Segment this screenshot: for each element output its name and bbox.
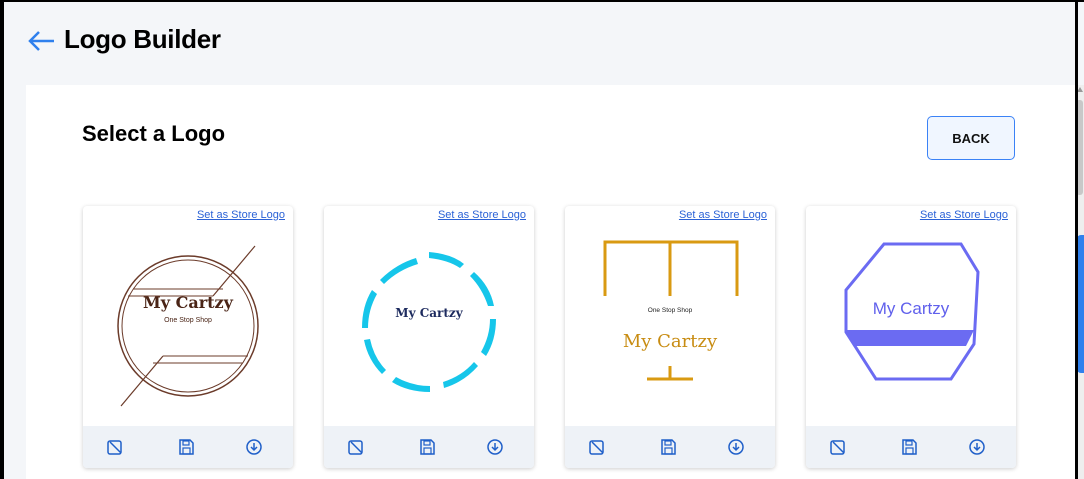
save-icon[interactable] <box>900 438 918 456</box>
download-icon[interactable] <box>245 438 263 456</box>
logo-card[interactable]: Set as Store Logo One Stop Shop My Cartz… <box>565 206 775 468</box>
logo-text: My Cartzy <box>872 299 950 318</box>
window-border-right <box>1075 0 1078 479</box>
download-icon[interactable] <box>727 438 745 456</box>
section-title: Select a Logo <box>82 121 226 146</box>
logo-selection-panel: Select a Logo BACK Set as Store Logo My … <box>26 85 1075 479</box>
card-actions <box>565 426 775 468</box>
set-as-store-logo-link[interactable]: Set as Store Logo <box>197 209 285 221</box>
back-button[interactable]: BACK <box>927 116 1015 160</box>
logo-card[interactable]: Set as Store Logo My Cartzy One Stop Sho… <box>83 206 293 468</box>
logo-text: My Cartzy <box>143 293 233 312</box>
logo-preview-ring <box>362 252 496 392</box>
edit-icon[interactable] <box>588 438 606 456</box>
card-actions <box>324 426 534 468</box>
edit-icon[interactable] <box>829 438 847 456</box>
logo-text: My Cartzy <box>622 331 718 352</box>
page-title: Logo Builder <box>64 24 221 54</box>
logo-preview-circle <box>117 245 259 407</box>
logo-text: My Cartzy <box>395 306 463 320</box>
app-header: Logo Builder <box>4 2 1075 82</box>
save-icon[interactable] <box>418 438 436 456</box>
logo-preview-octagon <box>844 242 980 381</box>
arrow-left-icon[interactable] <box>26 27 56 55</box>
logo-subtext: One Stop Shop <box>164 317 212 324</box>
logo-preview-frame <box>603 240 739 381</box>
edit-icon[interactable] <box>347 438 365 456</box>
logo-card[interactable]: Set as Store Logo My Cartzy <box>324 206 534 468</box>
side-panel-tab[interactable] <box>1077 235 1084 373</box>
card-actions <box>83 426 293 468</box>
save-icon[interactable] <box>177 438 195 456</box>
set-as-store-logo-link[interactable]: Set as Store Logo <box>679 209 767 221</box>
set-as-store-logo-link[interactable]: Set as Store Logo <box>438 209 526 221</box>
save-icon[interactable] <box>659 438 677 456</box>
logo-card[interactable]: Set as Store Logo My Cartzy <box>806 206 1016 468</box>
edit-icon[interactable] <box>106 438 124 456</box>
download-icon[interactable] <box>486 438 504 456</box>
set-as-store-logo-link[interactable]: Set as Store Logo <box>920 209 1008 221</box>
card-actions <box>806 426 1016 468</box>
download-icon[interactable] <box>968 438 986 456</box>
logo-subtext: One Stop Shop <box>647 307 693 314</box>
